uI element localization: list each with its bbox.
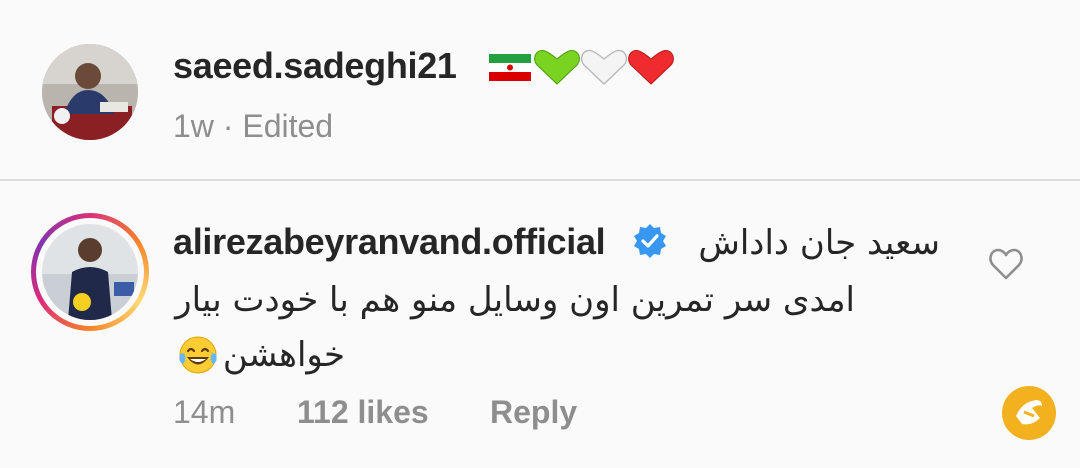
comment-likes[interactable]: 112 likes [297,390,429,434]
watermark-logo [1002,386,1056,440]
iran-flag-icon [489,54,531,81]
green-heart-icon [534,49,580,85]
post-username[interactable]: saeed.sadeghi21 [173,44,457,88]
avatar-photo [42,44,138,140]
comment-time: 14m [173,394,236,430]
red-heart-icon [628,49,674,85]
avatar-saeed[interactable] [42,44,138,140]
comment-text-line-2: امدی سر تمرین اون وسایل منو هم با خودت ب… [175,280,855,320]
comment-text-line-3: خواهشن [177,330,345,380]
like-heart-icon[interactable] [988,247,1024,281]
watermark-icon [1003,387,1055,439]
white-heart-icon [580,49,628,85]
divider [0,179,1080,181]
post-header: saeed.sadeghi21 1w · Edited [0,0,1080,180]
emoji-sequence [489,49,674,85]
avatar-photo [42,224,138,320]
post-meta: 1w · Edited [173,108,334,144]
comment-text-line-1: سعید جان داداش [698,223,940,263]
avatar-alireza[interactable] [31,213,149,331]
reply-button[interactable]: Reply [490,390,577,434]
verified-badge-icon [634,224,666,258]
tears-of-joy-icon [179,336,217,374]
comment-text-line-3-label: خواهشن [222,335,345,375]
avatar-ring-inner [36,218,144,326]
comment-username[interactable]: alirezabeyranvand.official [173,220,606,264]
